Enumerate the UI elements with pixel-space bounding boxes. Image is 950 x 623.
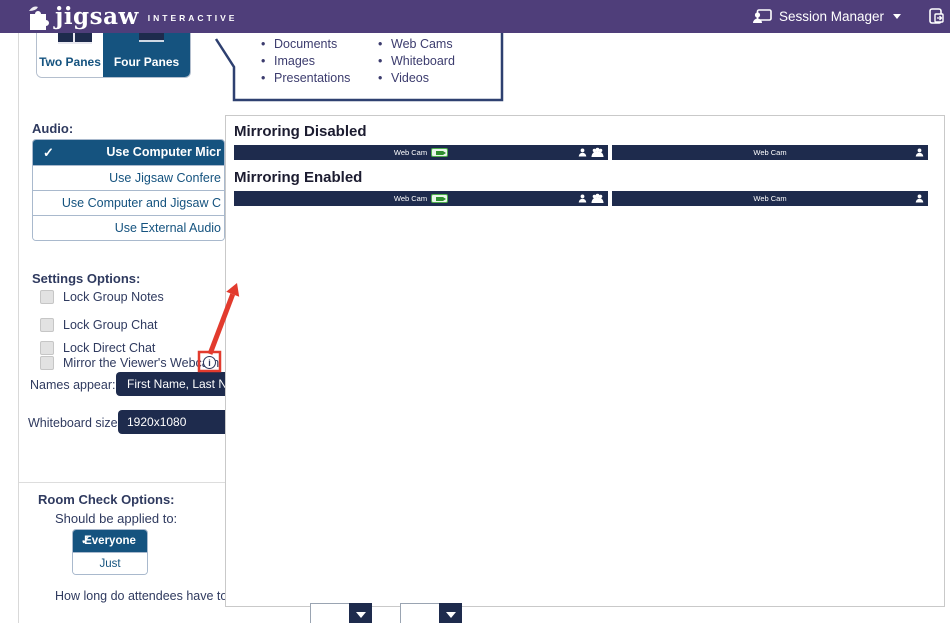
lock-group-chat-checkbox[interactable] — [40, 318, 54, 332]
checkbox-label: Lock Group Chat — [63, 318, 158, 332]
list-item: •Documents — [261, 36, 350, 53]
check-icon: ✓ — [81, 530, 90, 552]
mirroring-disabled-title: Mirroring Disabled — [234, 123, 927, 140]
two-panes-icon — [58, 33, 92, 44]
puzzle-piece-icon — [26, 4, 50, 30]
settings-options-label: Settings Options: — [32, 271, 140, 286]
sharer-webcam-panel: Web Cam The Sharer will always see their… — [234, 145, 608, 160]
people-group-icon — [591, 193, 604, 203]
session-manager-icon — [753, 9, 772, 24]
audio-option-list: ✓Use Computer Micr Use Jigsaw Confere Us… — [32, 139, 225, 241]
webcam-titlebar-label: Web Cam — [394, 194, 427, 203]
content-types-callout: •Documents •Images •Presentations •Web C… — [210, 33, 510, 105]
list-item: •Images — [261, 53, 350, 70]
camera-on-badge-icon — [431, 194, 448, 203]
response-time-select-2[interactable] — [400, 603, 462, 623]
checkbox-label: Mirror the Viewer's Webcam — [63, 356, 219, 370]
chevron-down-icon — [349, 603, 372, 623]
list-item: •Web Cams — [378, 36, 455, 53]
audio-option-external[interactable]: Use External Audio — [33, 215, 224, 240]
select-value-field — [400, 603, 439, 623]
export-session-icon[interactable] — [929, 8, 944, 26]
session-manager-menu[interactable]: Session Manager — [753, 9, 901, 24]
webcam-titlebar-label: Web Cam — [394, 148, 427, 157]
settings-panel-border — [18, 33, 19, 623]
logo-text: jigsaw — [55, 5, 139, 28]
sharer-webcam-panel: Web Cam The Sharer will always see their… — [234, 191, 608, 206]
mirroring-disabled-screenshot: Web Cam The Sharer will always see their… — [234, 145, 928, 160]
screen: Two Panes Four Panes •Documents •Images … — [0, 0, 950, 623]
list-item: •Presentations — [261, 70, 350, 87]
callout-column-1: •Documents •Images •Presentations — [261, 36, 350, 87]
info-icon[interactable]: i — [203, 356, 216, 369]
room-check-option-list: ✓Everyone Just Attendees — [72, 529, 148, 575]
mirror-webcam-checkbox[interactable] — [40, 356, 54, 370]
jigsaw-logo: jigsaw INTERACTIVE — [26, 4, 237, 30]
checkbox-label: Lock Direct Chat — [63, 341, 155, 355]
bullet-icon: • — [378, 36, 391, 53]
viewer-webcam-panel: Web Cam The Viewer will see the Sharer's… — [612, 191, 928, 206]
webcam-titlebar: Web Cam — [612, 191, 928, 206]
webcam-titlebar: Web Cam — [234, 145, 608, 160]
chevron-down-icon — [439, 603, 462, 623]
person-icon — [915, 193, 924, 203]
mirroring-info-popup: Mirroring Disabled Web Cam The Sharer wi… — [225, 115, 945, 607]
person-icon — [578, 193, 587, 203]
names-appear-label: Names appear: — [30, 378, 115, 392]
list-item: •Whiteboard — [378, 53, 455, 70]
person-icon — [915, 147, 924, 157]
viewer-webcam-panel: Web Cam The Viewer will see the Sharer's… — [612, 145, 928, 160]
checkbox-row: Lock Direct Chat — [40, 341, 155, 355]
person-icon — [578, 147, 587, 157]
response-time-select-1[interactable] — [310, 603, 372, 623]
callout-column-2: •Web Cams •Whiteboard •Videos — [378, 36, 455, 87]
bullet-icon: • — [378, 53, 391, 70]
section-divider — [19, 482, 225, 483]
app-header: jigsaw INTERACTIVE Session Manager — [0, 0, 950, 33]
select-value-field — [310, 603, 349, 623]
whiteboard-size-label: Whiteboard size: — [28, 416, 121, 430]
callout-border — [210, 33, 510, 105]
checkbox-row: Lock Group Notes — [40, 290, 164, 304]
checkbox-label: Lock Group Notes — [63, 290, 164, 304]
audio-option-computer-mic[interactable]: ✓Use Computer Micr — [33, 140, 224, 165]
logo-subtext: INTERACTIVE — [148, 13, 238, 23]
check-icon: ✓ — [43, 140, 54, 165]
mirroring-enabled-screenshot: Web Cam The Sharer will always see their… — [234, 191, 928, 206]
bullet-icon: • — [378, 70, 391, 87]
mirroring-enabled-title: Mirroring Enabled — [234, 169, 927, 186]
tab-four-panes-label: Four Panes — [114, 55, 179, 69]
lock-direct-chat-checkbox[interactable] — [40, 341, 54, 355]
four-panes-icon — [139, 33, 164, 42]
lock-group-notes-checkbox[interactable] — [40, 290, 54, 304]
room-check-option-just-attendees[interactable]: Just Attendees — [73, 552, 147, 574]
audio-option-computer-and-jigsaw[interactable]: Use Computer and Jigsaw C — [33, 190, 224, 215]
people-group-icon — [591, 147, 604, 157]
caret-down-icon — [893, 14, 901, 19]
camera-on-badge-icon — [431, 148, 448, 157]
audio-label: Audio: — [32, 121, 73, 136]
webcam-titlebar-label: Web Cam — [753, 148, 786, 157]
bullet-icon: • — [261, 70, 274, 87]
webcam-titlebar: Web Cam — [612, 145, 928, 160]
room-check-option-everyone[interactable]: ✓Everyone — [73, 530, 147, 552]
checkbox-row: Mirror the Viewer's Webcam — [40, 356, 219, 370]
webcam-titlebar: Web Cam — [234, 191, 608, 206]
list-item: •Videos — [378, 70, 455, 87]
tab-two-panes-label: Two Panes — [39, 55, 101, 69]
session-manager-label: Session Manager — [779, 9, 884, 24]
room-check-label: Room Check Options: — [38, 492, 175, 507]
audio-option-jigsaw-conference[interactable]: Use Jigsaw Confere — [33, 165, 224, 190]
checkbox-row: Lock Group Chat — [40, 318, 158, 332]
bullet-icon: • — [261, 53, 274, 70]
room-check-sublabel: Should be applied to: — [55, 511, 177, 526]
webcam-titlebar-label: Web Cam — [753, 194, 786, 203]
bullet-icon: • — [261, 36, 274, 53]
